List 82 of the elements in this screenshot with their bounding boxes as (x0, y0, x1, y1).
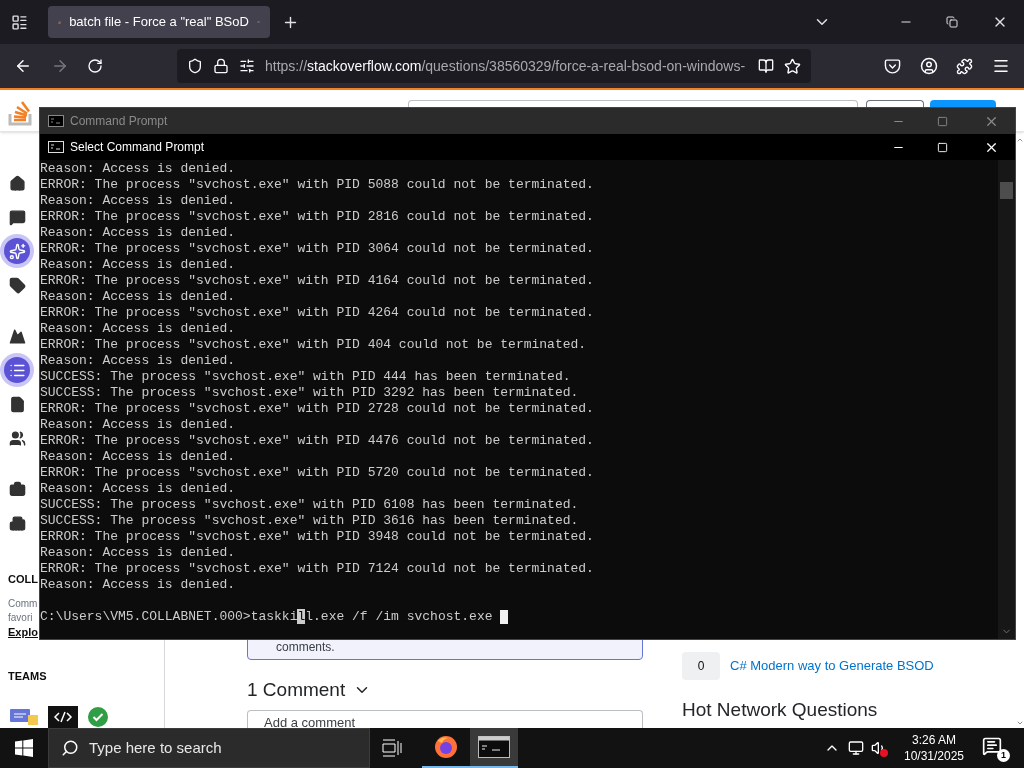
menu-icon[interactable] (992, 57, 1010, 75)
related-link[interactable]: C# Modern way to Generate BSOD (730, 656, 934, 676)
tab-title: batch file - Force a "real" BSoD (69, 13, 249, 32)
section-heading: COLL (8, 572, 38, 587)
console-line: ERROR: The process "svchost.exe" with PID 4164 could not be terminated. (40, 273, 594, 289)
console-line: Reason: Access is denied. (40, 193, 236, 209)
sparkle-icon[interactable] (4, 238, 30, 264)
console-icon (48, 115, 64, 127)
terminal-icon (478, 736, 510, 758)
star-icon[interactable] (784, 57, 801, 75)
scroll-up-icon[interactable] (1016, 136, 1024, 144)
window-title: Command Prompt (70, 113, 168, 130)
section-heading: TEAMS (8, 668, 47, 684)
clock-date[interactable]: 10/31/2025 (903, 748, 965, 764)
list-icon[interactable] (4, 357, 30, 383)
comments-heading: 1 Comment (247, 678, 346, 702)
search-icon (61, 739, 79, 757)
taskbar-app[interactable] (470, 728, 518, 768)
reload-icon[interactable] (87, 58, 103, 74)
forward-icon[interactable] (51, 57, 69, 75)
task-view-icon[interactable] (382, 739, 402, 757)
section-title: Hot Network Questions (682, 698, 879, 722)
taskbar-search[interactable]: Type here to search (48, 728, 370, 768)
code-icon (48, 706, 78, 728)
console-line: Reason: Access is denied. (40, 577, 236, 593)
address-bar[interactable]: https://stackoverflow.com/questions/38560329/force-a-real-bsod-on-windows- (177, 49, 811, 83)
command-line: C:\Users\VM5.COLLABNET.000>taskkill.exe /f /im svchost.exe (40, 609, 494, 625)
muted-speaker-icon[interactable] (871, 739, 888, 757)
url-text: https://stackoverflow.com/questions/38560329/force-a-real-bsod-on-windows- (265, 56, 747, 76)
search-placeholder: Type here to search (89, 737, 222, 758)
collectives-text: Comm (8, 596, 38, 611)
check-icon (88, 707, 108, 727)
score-badge: 0 (682, 652, 720, 680)
notification-count: 1 (997, 749, 1010, 762)
console-line: Reason: Access is denied. (40, 321, 236, 337)
console-line: ERROR: The process "svchost.exe" with PID 404 could not be terminated. (40, 337, 587, 353)
console-line: ERROR: The process "svchost.exe" with PID 5088 could not be terminated. (40, 177, 594, 193)
lock-icon[interactable] (213, 58, 229, 74)
console-line: Reason: Access is denied. (40, 417, 236, 433)
console-scrollbar[interactable] (998, 160, 1015, 639)
console-line: Reason: Access is denied. (40, 225, 236, 241)
scrollbar-thumb[interactable] (1000, 182, 1013, 199)
console-line: Reason: Access is denied. (40, 289, 236, 305)
explore-link[interactable]: Explo (8, 624, 38, 640)
console-line: ERROR: The process "svchost.exe" with PID 3948 could not be terminated. (40, 529, 594, 545)
text-cursor (500, 610, 509, 624)
console-line: ERROR: The process "svchost.exe" with PID 2816 could not be terminated. (40, 209, 594, 225)
collectives-text: favori (8, 610, 33, 625)
console-line: Reason: Access is denied. (40, 449, 236, 465)
console-line: Reason: Access is denied. (40, 545, 236, 561)
console-line: ERROR: The process "svchost.exe" with PID 7124 could not be terminated. (40, 561, 594, 577)
console-line: ERROR: The process "svchost.exe" with PID 3064 could not be terminated. (40, 241, 594, 257)
console-line: SUCCESS: The process "svchost.exe" with PID 3292 has been terminated. (40, 385, 579, 401)
firefox-icon (434, 735, 458, 759)
console-line: SUCCESS: The process "svchost.exe" with PID 6108 has been terminated. (40, 497, 579, 513)
console-line: Reason: Access is denied. (40, 481, 236, 497)
console-icon (48, 141, 64, 153)
back-icon[interactable] (14, 57, 32, 75)
restore-icon[interactable] (946, 16, 958, 28)
console-line: ERROR: The process "svchost.exe" with PID 2728 could not be terminated. (40, 401, 594, 417)
console-line: Reason: Access is denied. (40, 257, 236, 273)
console-line: ERROR: The process "svchost.exe" with PID 4476 could not be terminated. (40, 433, 594, 449)
tab-list-icon[interactable] (11, 13, 28, 31)
network-icon[interactable] (848, 740, 864, 756)
chat-icon (10, 707, 38, 727)
extensions-icon[interactable] (956, 57, 973, 75)
windows-logo-icon[interactable] (15, 739, 33, 757)
console-line: ERROR: The process "svchost.exe" with PID 5720 could not be terminated. (40, 465, 594, 481)
shield-icon[interactable] (187, 58, 203, 74)
console-line: ERROR: The process "svchost.exe" with PID 4264 could not be terminated. (40, 305, 594, 321)
notice-text: comments. (276, 639, 335, 656)
permissions-icon[interactable] (239, 58, 255, 74)
pocket-icon[interactable] (884, 57, 901, 75)
account-icon[interactable] (920, 57, 938, 75)
clock-time[interactable]: 3:26 AM (912, 732, 956, 748)
window-title: Select Command Prompt (70, 139, 205, 156)
console-line: SUCCESS: The process "svchost.exe" with PID 444 has been terminated. (40, 369, 571, 385)
console-line: SUCCESS: The process "svchost.exe" with PID 3616 has been terminated. (40, 513, 579, 529)
reader-icon[interactable] (758, 58, 774, 74)
console-line: Reason: Access is denied. (40, 353, 236, 369)
console-line: Reason: Access is denied. (40, 161, 236, 177)
browser-tab[interactable]: batch file - Force a "real" BSoD (48, 6, 270, 38)
